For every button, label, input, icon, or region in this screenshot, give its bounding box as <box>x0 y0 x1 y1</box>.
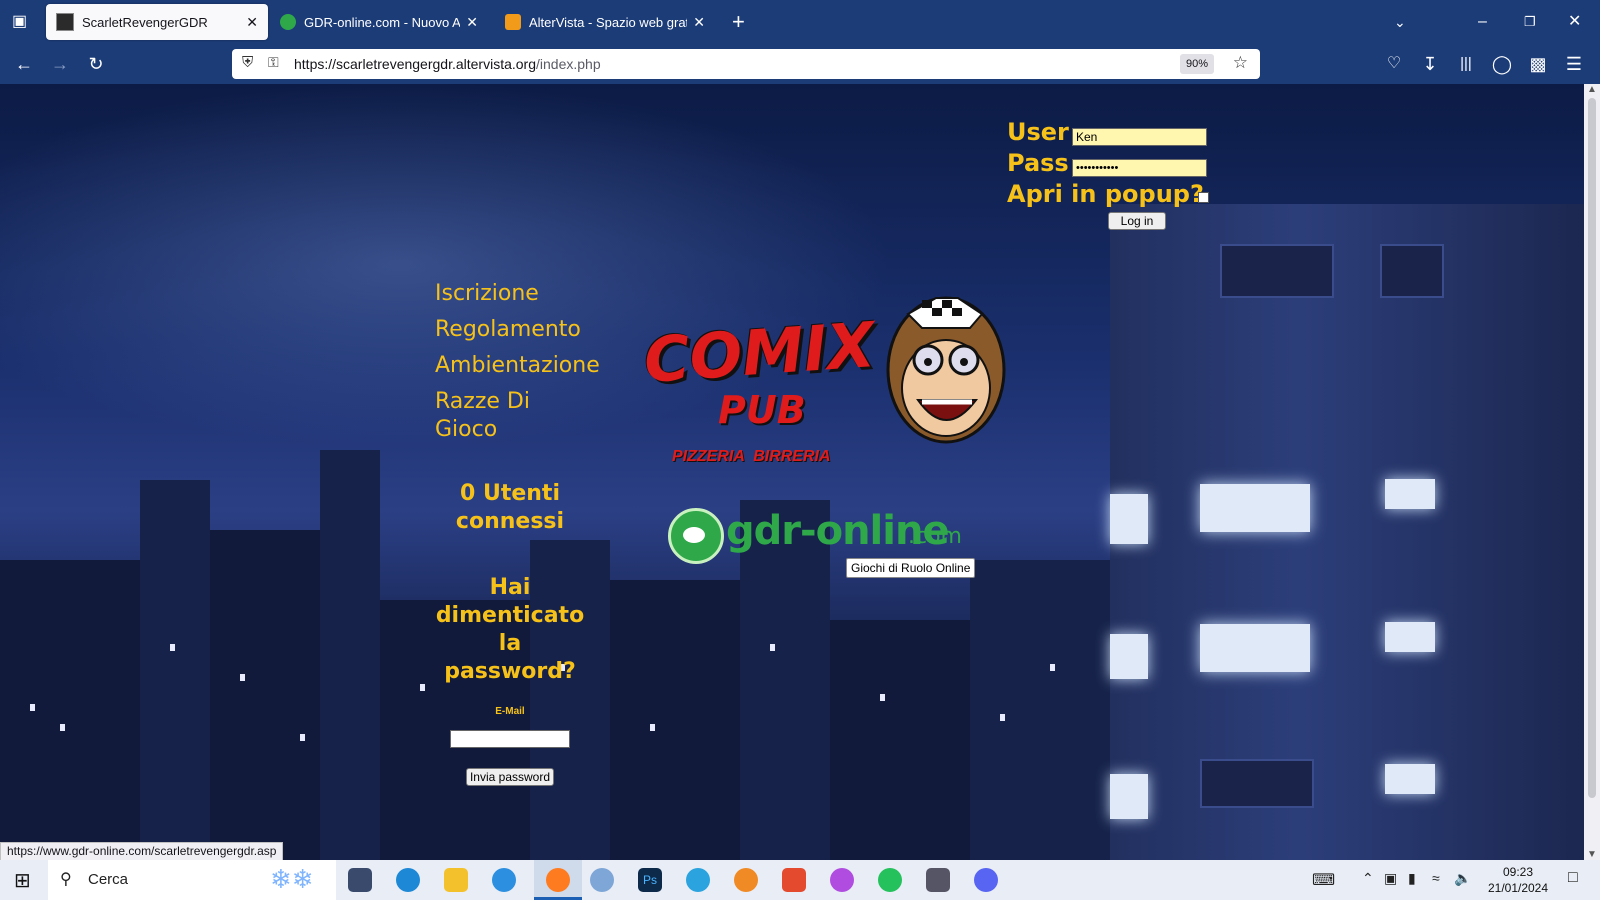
wifi-icon[interactable]: ≈ <box>1432 870 1440 886</box>
clock-date: 21/01/2024 <box>1487 881 1549 895</box>
tab-list-chevron-icon[interactable]: ⌄ <box>1394 0 1406 44</box>
reload-icon[interactable]: ↻ <box>82 44 110 84</box>
search-icon: ⚲ <box>60 871 72 888</box>
clock-time: 09:23 <box>1502 865 1534 879</box>
taskbar-clock[interactable]: 09:23 21/01/2024 <box>1478 864 1558 896</box>
pocket-icon[interactable]: ♡ <box>1380 44 1408 84</box>
restore-icon[interactable]: ❐ <box>1524 0 1536 44</box>
username-input[interactable]: Ken <box>1072 128 1207 146</box>
password-input[interactable]: ••••••••••• <box>1072 159 1207 177</box>
tab-gdr-online[interactable]: GDR-online.com - Nuovo Annu ✕ <box>270 4 488 40</box>
telegram-icon[interactable] <box>686 868 710 892</box>
messenger-icon[interactable] <box>830 868 854 892</box>
snowflake-icon: ❄❄ <box>270 864 314 894</box>
online-users-count: 0 Utenti connessi <box>455 481 565 534</box>
forward-icon[interactable]: → <box>46 44 74 84</box>
scroll-up-icon[interactable]: ▲ <box>1587 84 1597 95</box>
zoom-level[interactable]: 90% <box>1179 54 1214 74</box>
gdr-online-tooltip: Giochi di Ruolo Online <box>846 558 976 578</box>
edge-icon[interactable] <box>396 868 420 892</box>
battery-icon[interactable]: ▮ <box>1408 870 1416 887</box>
url-text[interactable]: https://scarletrevengergdr.altervista.or… <box>294 56 601 72</box>
account-icon[interactable]: ◯ <box>1488 44 1516 84</box>
file-explorer-icon[interactable] <box>444 868 468 892</box>
keyboard-layout-icon[interactable]: ⌨ <box>1312 870 1335 890</box>
page-content: User Ken Pass ••••••••••• Apri in popup?… <box>0 84 1584 860</box>
volume-icon[interactable]: 🔈 <box>1454 870 1471 887</box>
gdr-online-logo-icon <box>668 508 724 564</box>
shield-icon[interactable]: ⛨ <box>242 54 253 71</box>
back-icon[interactable]: ← <box>10 44 38 84</box>
gdr-online-suffix: .com <box>908 524 962 549</box>
popup-checkbox[interactable] <box>1198 192 1209 203</box>
status-link-preview: https://www.gdr-online.com/scarletreveng… <box>0 842 284 862</box>
whatsapp-icon[interactable] <box>878 868 902 892</box>
brave-icon[interactable] <box>734 868 758 892</box>
discord-icon[interactable] <box>974 868 998 892</box>
photoshop-icon[interactable]: Ps <box>638 868 662 892</box>
url-bar[interactable]: ⛨ ⚿ https://scarletrevengergdr.altervist… <box>232 49 1260 79</box>
close-tab-icon[interactable]: ✕ <box>246 14 258 31</box>
aviator-mascot-icon <box>886 296 1006 444</box>
page-scrollbar[interactable]: ▲ ▼ <box>1584 84 1600 860</box>
tab-overview-icon[interactable]: ▣ <box>12 0 27 44</box>
lock-icon[interactable]: ⚿ <box>268 54 279 71</box>
login-button[interactable]: Log in <box>1108 212 1166 230</box>
close-tab-icon[interactable]: ✕ <box>466 14 478 31</box>
forgot-password-title: Hai dimenticato la password? <box>435 575 585 684</box>
search-placeholder: Cerca <box>88 871 129 888</box>
taskbar: ⊞ ⚲ Cerca ❄❄ Ps ⌨ ⌃ ▣ ▮ ≈ 🔈 09:23 21/01/… <box>0 860 1600 900</box>
thunderbird-icon[interactable] <box>492 868 516 892</box>
logo-pizzeria-text: PIZZERIA BIRRERIA <box>672 448 831 465</box>
download-icon[interactable]: ↧ <box>1416 44 1444 84</box>
library-icon[interactable]: ||| <box>1452 44 1480 84</box>
wps-office-icon[interactable] <box>782 868 806 892</box>
scroll-down-icon[interactable]: ▼ <box>1587 849 1597 860</box>
paint-icon[interactable] <box>590 868 614 892</box>
task-view-icon[interactable] <box>348 868 372 892</box>
taskbar-search[interactable]: ⚲ Cerca ❄❄ <box>48 860 336 900</box>
logo-comix-text: COMIX <box>641 308 878 397</box>
notifications-icon[interactable]: □ <box>1568 869 1578 887</box>
scrollbar-thumb[interactable] <box>1588 98 1596 798</box>
comix-pub-logo: COMIX PUB PIZZERIA BIRRERIA <box>640 280 1020 480</box>
menu-item-regolamento[interactable]: Regolamento <box>435 316 581 344</box>
tab-title: ScarletRevengerGDR <box>82 14 208 30</box>
extensions-icon[interactable]: ▩ <box>1524 44 1552 84</box>
menu-item-iscrizione[interactable]: Iscrizione <box>435 280 539 308</box>
close-tab-icon[interactable]: ✕ <box>693 14 705 31</box>
tab-title: GDR-online.com - Nuovo Annu <box>304 14 461 30</box>
tab-favicon-icon <box>56 13 74 31</box>
tray-chevron-icon[interactable]: ⌃ <box>1362 870 1374 887</box>
firefox-taskbar-button[interactable] <box>534 860 582 900</box>
send-password-button[interactable]: Invia password <box>466 768 554 786</box>
menu-item-ambientazione[interactable]: Ambientazione <box>435 352 600 380</box>
tab-favicon-icon <box>280 14 296 30</box>
menu-item-razze-di-gioco[interactable]: Razze Di Gioco <box>435 388 545 444</box>
menu-icon[interactable]: ☰ <box>1560 44 1588 84</box>
bookmark-star-icon[interactable]: ☆ <box>1233 53 1248 73</box>
logo-pub-text: PUB <box>718 388 806 432</box>
tab-altervista[interactable]: AlterVista - Spazio web gratis ✕ <box>495 4 715 40</box>
gdr-online-banner[interactable]: gdr-online .com <box>668 504 998 564</box>
meet-now-icon[interactable]: ▣ <box>1384 870 1397 887</box>
new-tab-icon[interactable]: + <box>732 0 745 44</box>
email-input[interactable] <box>450 730 570 748</box>
game-app-icon[interactable] <box>926 868 950 892</box>
background-building <box>1110 204 1584 860</box>
popup-label: Apri in popup? <box>1007 180 1204 208</box>
tab-favicon-icon <box>505 14 521 30</box>
minimize-icon[interactable]: – <box>1478 0 1487 44</box>
user-label: User <box>1007 118 1069 146</box>
tab-scarletrevengergdr[interactable]: ScarletRevengerGDR ✕ <box>46 4 268 40</box>
tab-strip: ▣ ScarletRevengerGDR ✕ GDR-online.com - … <box>0 0 1600 44</box>
firefox-icon <box>546 868 570 892</box>
tab-title: AlterVista - Spazio web gratis <box>529 14 688 30</box>
pass-label: Pass <box>1007 149 1069 177</box>
windows-start-icon[interactable]: ⊞ <box>14 868 31 893</box>
email-label: E-Mail <box>495 706 525 717</box>
close-window-icon[interactable]: ✕ <box>1568 0 1581 44</box>
